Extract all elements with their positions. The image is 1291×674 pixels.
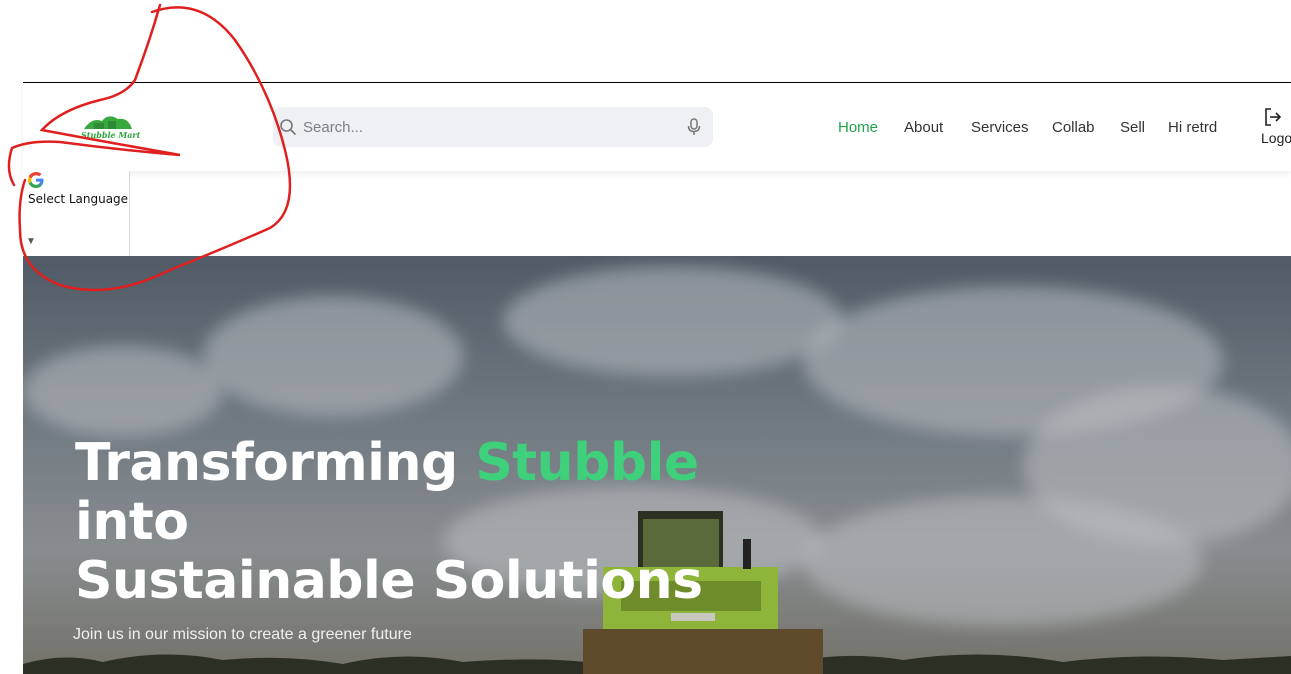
hero-title-part1: Transforming [75, 433, 476, 493]
nav-about[interactable]: About [904, 119, 943, 136]
hero-subtitle: Join us in our mission to create a green… [73, 626, 412, 643]
nav-user-greeting[interactable]: Hi retrd [1168, 119, 1217, 136]
search-icon[interactable] [279, 118, 297, 136]
caret-down-icon[interactable]: ▼ [26, 236, 36, 247]
hero-title-line3: Sustainable Solutions [75, 551, 703, 611]
hero-title-accent: Stubble [475, 433, 699, 493]
navbar: Stubble Mart Home About Services Collab … [23, 83, 1291, 171]
logout-icon [1265, 108, 1282, 126]
nav-collab[interactable]: Collab [1052, 119, 1095, 136]
hero-title-line2: into [75, 492, 189, 552]
microphone-icon[interactable] [687, 118, 701, 136]
google-icon [28, 172, 44, 188]
search-input[interactable] [301, 107, 671, 147]
hero-title: Transforming Stubble into Sustainable Solu… [75, 434, 703, 611]
page: Stubble Mart Home About Services Collab … [0, 0, 1291, 674]
nav-home[interactable]: Home [838, 119, 878, 136]
hero-section: Transforming Stubble into Sustainable Solu… [23, 256, 1291, 674]
select-language-label[interactable]: Select Language [28, 192, 128, 206]
logo-text[interactable]: Stubble Mart [81, 130, 140, 140]
logout-label: Logout [1261, 130, 1291, 146]
nav-services[interactable]: Services [971, 119, 1029, 136]
nav-sell[interactable]: Sell [1120, 119, 1145, 136]
language-selector[interactable]: Select Language ▼ [23, 171, 130, 256]
logout-button[interactable]: Logout [1261, 107, 1291, 146]
search-bar [273, 107, 713, 147]
